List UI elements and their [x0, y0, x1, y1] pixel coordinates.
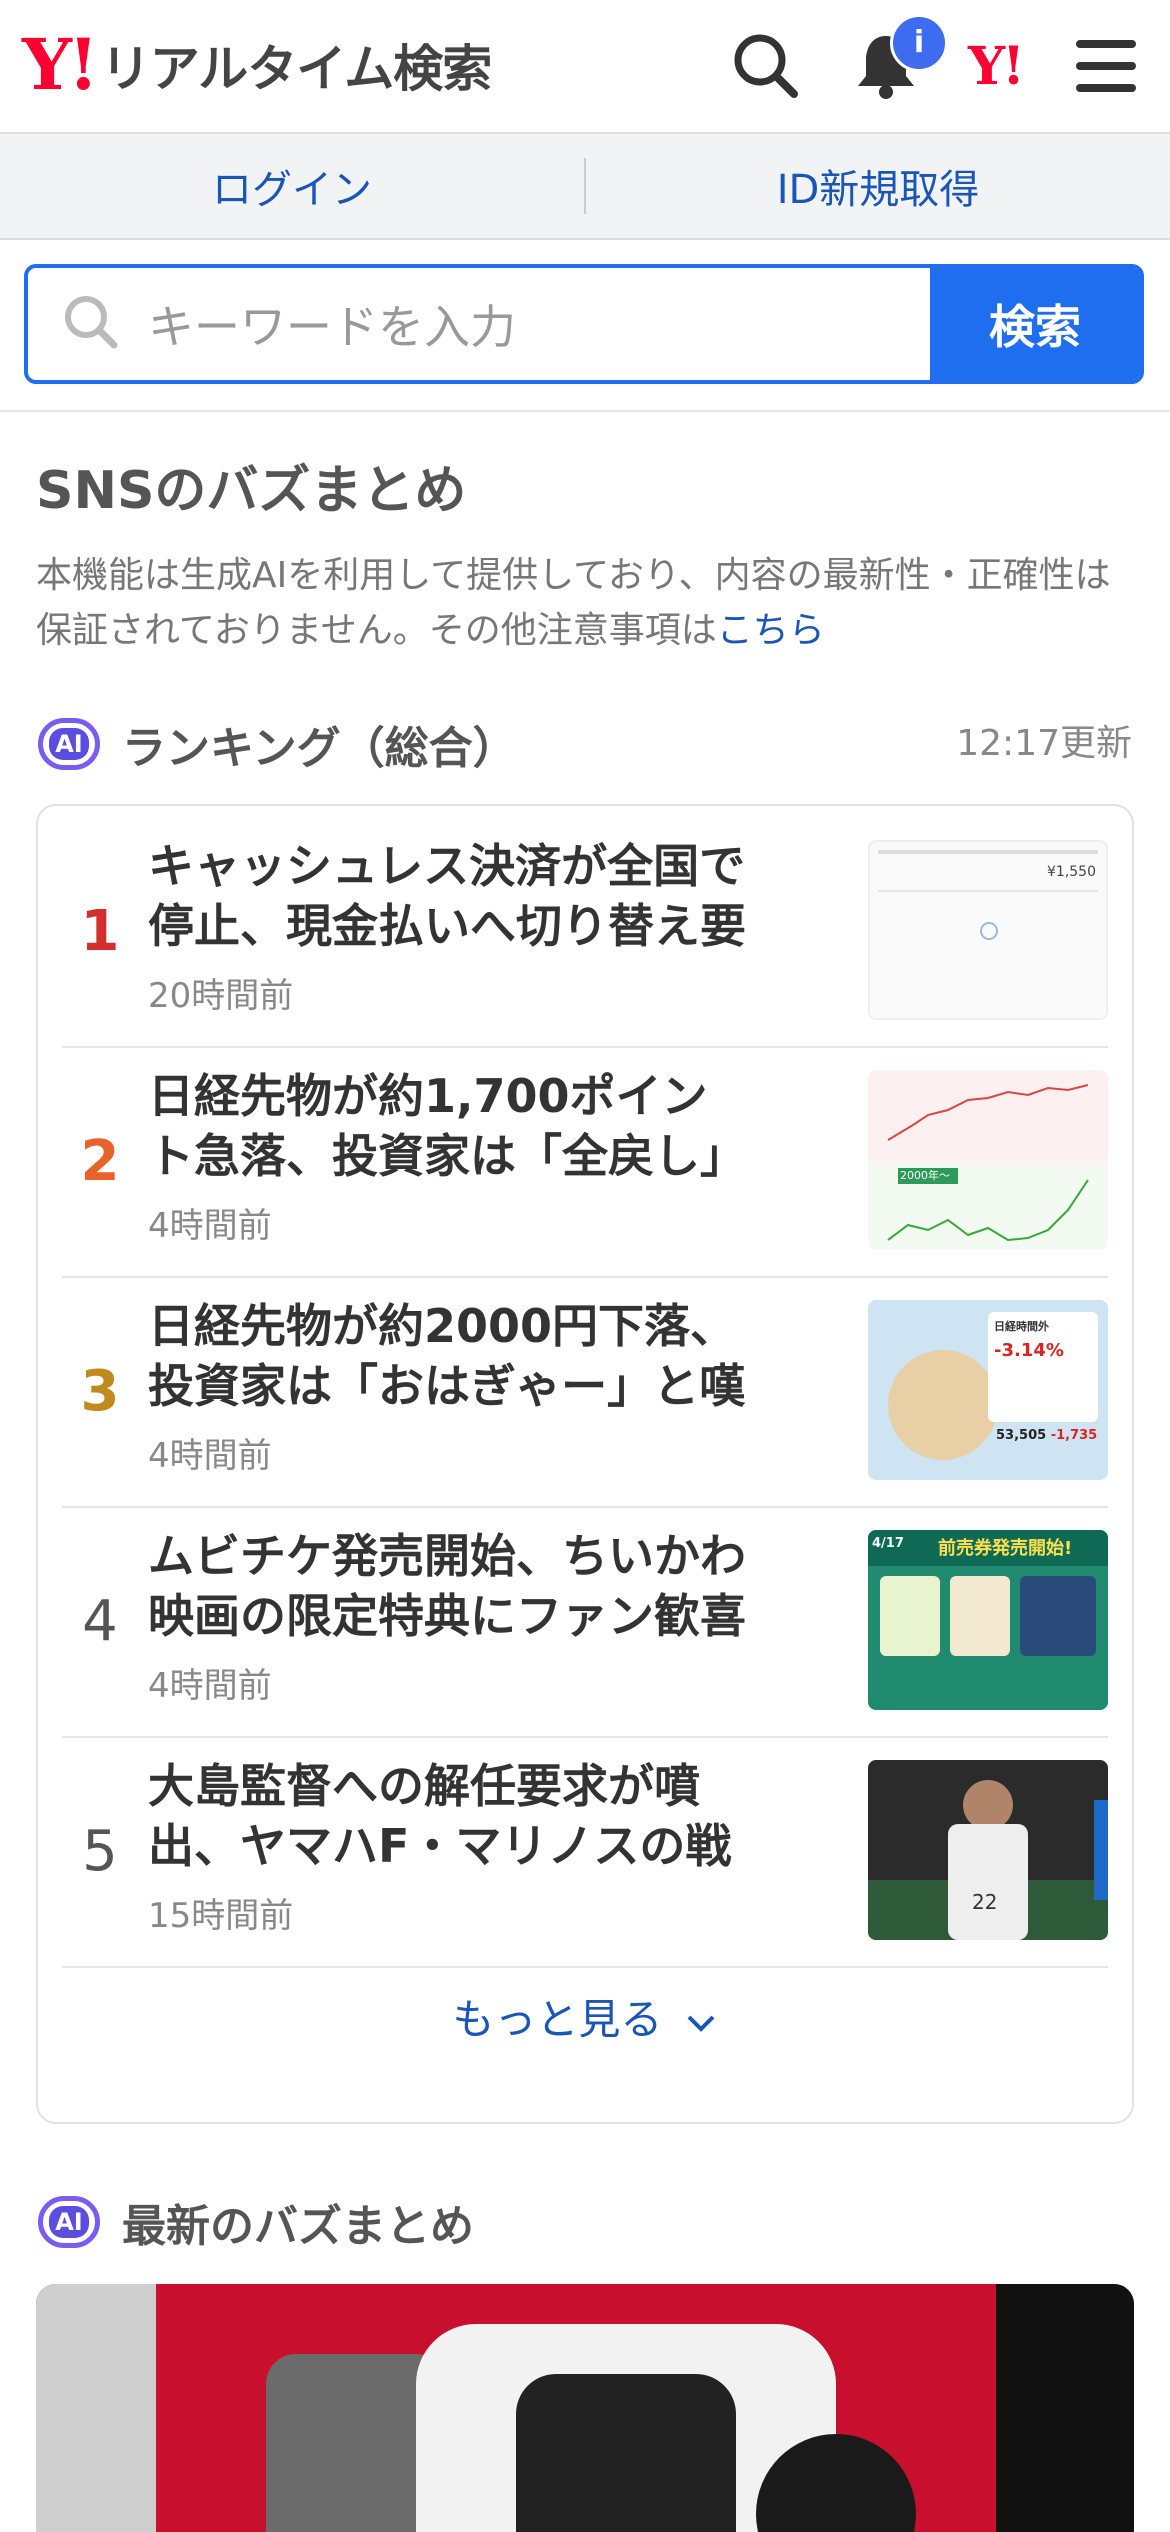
thumb-ticker-pct: -3.14% [994, 1340, 1064, 1361]
ai-badge-icon: AI [38, 2196, 100, 2248]
ranking-card: 1 キャッシュレス決済が全国で停止、現金払いへ切り替え要請が... 20時間前 … [36, 804, 1134, 2124]
rank-number: 1 [80, 898, 120, 964]
thumb-ticker-value: 53,505 -1,735 [996, 1428, 1098, 1443]
rank-number: 5 [82, 1818, 118, 1884]
ranking-item-title: キャッシュレス決済が全国で停止、現金払いへ切り替え要請が... [148, 839, 746, 953]
bear-character [888, 1350, 998, 1460]
thumb-ticker-label: 日経時間外 [994, 1320, 1049, 1333]
ranking-item-2[interactable]: 2 日経先物が約1,700ポイント急落、投資家は「全戻し」や「大... 4時間前… [62, 1046, 1108, 1278]
thumb-date: 4/17 [872, 1536, 904, 1551]
ai-badge-icon: AI [38, 718, 100, 770]
thumb-chart [868, 1070, 1108, 1250]
thumbnail-5: 22 [868, 1760, 1108, 1940]
ai-disclaimer: 本機能は生成AIを利用して提供しており、内容の最新性・正確性は保証されておりませ… [36, 548, 1136, 658]
show-more-label: もっと見る [452, 1995, 663, 2044]
rank-number: 2 [80, 1128, 120, 1194]
ranking-header: AI ランキング（総合） [38, 712, 517, 776]
search-input[interactable]: キーワードを入力 [28, 268, 930, 380]
ranking-item-time: 15時間前 [148, 1896, 294, 1936]
ai-badge-label: AI [49, 728, 89, 760]
rank-number: 3 [80, 1358, 120, 1424]
ranking-item-title: 日経先物が約2000円下落、投資家は「おはぎゃー」と嘆くリス... [148, 1299, 746, 1413]
ranking-item-4[interactable]: 4 ムビチケ発売開始、ちいかわ映画の限定特典にファン歓喜「かわ... 4時間前 … [62, 1506, 1108, 1738]
ranking-item-time: 4時間前 [148, 1206, 272, 1246]
ranking-item-time: 20時間前 [148, 976, 294, 1016]
ranking-item-5[interactable]: 5 大島監督への解任要求が噴出、ヤマハF・マリノスの戦術不満が... 15時間前… [62, 1736, 1108, 1968]
ranking-item-title: ムビチケ発売開始、ちいかわ映画の限定特典にファン歓喜「かわ... [148, 1529, 746, 1643]
disclaimer-link[interactable]: こちら [717, 610, 825, 651]
thumbnail-3: 日経時間外 -3.14% 53,505 -1,735 [868, 1300, 1108, 1480]
menu-icon[interactable] [1068, 28, 1144, 104]
latest-title: 最新のバズまとめ [122, 2201, 474, 2252]
auth-bar: ログイン ID新規取得 [0, 134, 1170, 240]
ranking-title: ランキング（総合） [122, 723, 517, 774]
search-placeholder: キーワードを入力 [148, 300, 516, 354]
disclaimer-text: 本機能は生成AIを利用して提供しており、内容の最新性・正確性は保証されておりませ… [36, 555, 1111, 651]
signup-link[interactable]: ID新規取得 [586, 157, 1170, 215]
app-header: Y! リアルタイム検索 i Y! [0, 0, 1170, 134]
updated-time: 12:17更新 [956, 723, 1132, 764]
search-icon[interactable] [728, 28, 804, 104]
yahoo-realtime-logo[interactable]: Y! リアルタイム検索 [22, 23, 492, 106]
latest-header: AI 最新のバズまとめ [38, 2190, 474, 2254]
thumbnail-2: 2000年〜 [868, 1070, 1108, 1250]
chevron-down-icon [687, 2015, 715, 2032]
search-button[interactable]: 検索 [930, 268, 1140, 380]
ranking-item-3[interactable]: 3 日経先物が約2000円下落、投資家は「おはぎゃー」と嘆くリス... 4時間前… [62, 1276, 1108, 1508]
login-link[interactable]: ログイン [0, 157, 584, 215]
thumbnail-1: ¥1,550 [868, 840, 1108, 1020]
thumb-jersey-number: 22 [972, 1890, 998, 1914]
ranking-item-title: 大島監督への解任要求が噴出、ヤマハF・マリノスの戦術不満が... [148, 1759, 732, 1873]
thumb-tag: 2000年〜 [900, 1169, 950, 1182]
thumb-price: ¥1,550 [1047, 864, 1096, 880]
rank-number: 4 [82, 1588, 118, 1654]
notification-badge[interactable]: i [890, 14, 948, 72]
thumb-ticker: 日経時間外 -3.14% [988, 1312, 1098, 1422]
yahoo-japan-icon[interactable]: Y! [968, 36, 1025, 97]
show-more-button[interactable]: もっと見る [38, 1986, 1132, 2047]
page-title: SNSのバズまとめ [36, 461, 467, 521]
ranking-item-title: 日経先物が約1,700ポイント急落、投資家は「全戻し」や「大... [148, 1069, 746, 1183]
ranking-item-time: 4時間前 [148, 1666, 272, 1706]
yahoo-logo-mark: Y! [22, 23, 99, 106]
ranking-item-time: 4時間前 [148, 1436, 272, 1476]
logo-title: リアルタイム検索 [100, 40, 492, 98]
latest-feature-image[interactable] [36, 2284, 1134, 2532]
ai-badge-label: AI [49, 2206, 89, 2238]
search-bar: キーワードを入力 検索 [24, 264, 1144, 384]
ranking-item-1[interactable]: 1 キャッシュレス決済が全国で停止、現金払いへ切り替え要請が... 20時間前 … [62, 816, 1108, 1048]
thumb-banner: 前売券発売開始! [938, 1538, 1073, 1559]
search-input-icon [65, 296, 118, 349]
divider [0, 410, 1170, 412]
thumbnail-4: 4/17 前売券発売開始! [868, 1530, 1108, 1710]
